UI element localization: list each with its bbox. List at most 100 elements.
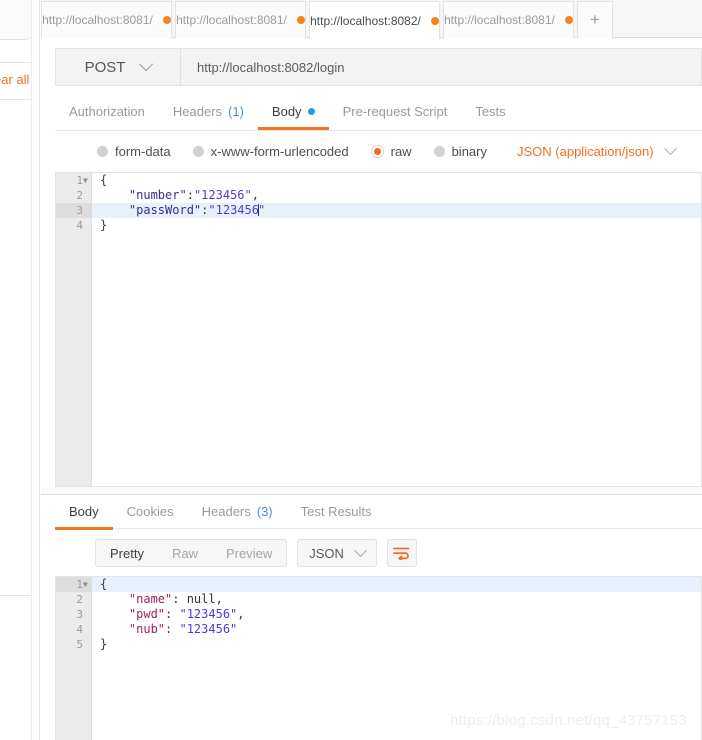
response-line-text: "name": null,: [100, 592, 223, 607]
tab-pre-request-script[interactable]: Pre-request Script: [329, 95, 462, 130]
response-toolbar: Pretty Raw Preview JSON: [95, 539, 417, 567]
token-key-req: "passWord": [100, 203, 202, 217]
body-format-selector[interactable]: JSON (application/json): [517, 141, 677, 159]
request-tab-label: http://localhost:8082/: [310, 13, 421, 28]
request-body-editor[interactable]: 1 ▼{2 "number":"123456", 3 "passWord":"123…: [55, 172, 702, 487]
response-tab-body[interactable]: Body: [55, 495, 113, 530]
tab-headers-count: (1): [228, 103, 244, 119]
token-key-res: "nub": [100, 622, 166, 636]
token-key-req: "number": [100, 188, 187, 202]
response-line-text: "nub": "123456": [100, 622, 237, 637]
response-tab-headers-count: (3): [256, 503, 273, 519]
body-type-form-data-label: form-data: [115, 143, 171, 159]
request-code-area[interactable]: 1 ▼{2 "number":"123456", 3 "passWord":"123…: [56, 173, 701, 486]
tab-authorization[interactable]: Authorization: [55, 95, 159, 130]
token-punc: }: [100, 218, 108, 232]
http-method-selector[interactable]: POST: [56, 49, 181, 85]
response-tab-test-results[interactable]: Test Results: [287, 495, 386, 530]
radio-x-www-form-urlencoded-icon[interactable]: [192, 145, 204, 157]
request-line-text: "number":"123456",: [100, 188, 259, 203]
fold-arrow-icon[interactable]: ▼: [83, 577, 91, 592]
request-tab-2[interactable]: http://localhost:8082/: [309, 1, 440, 39]
tab-tests-label: Tests: [475, 103, 506, 119]
body-type-raw[interactable]: raw: [370, 144, 412, 159]
response-view-pretty[interactable]: Pretty: [96, 540, 158, 566]
response-section-tabs: Body Cookies Headers (3) Test Results: [55, 495, 702, 530]
fold-arrow-icon[interactable]: ▼: [83, 173, 91, 188]
request-line: 2 "number":"123456",: [56, 188, 701, 203]
tab-headers[interactable]: Headers (1): [159, 95, 258, 130]
response-line: 3 "pwd": "123456",: [56, 607, 701, 622]
body-type-form-data[interactable]: form-data: [97, 144, 171, 159]
wrap-lines-button[interactable]: [386, 539, 417, 567]
token-str: "123456: [208, 203, 259, 217]
response-line-text: {: [100, 577, 107, 592]
url-input[interactable]: http://localhost:8082/login: [181, 49, 701, 85]
tab-authorization-label: Authorization: [69, 103, 145, 119]
response-line: 2 "name": null,: [56, 592, 701, 607]
unsaved-dot-icon: [564, 16, 573, 24]
token-punc: :: [165, 607, 180, 621]
response-line: 5}: [56, 637, 701, 652]
request-tab-0[interactable]: http://localhost:8081/: [41, 1, 172, 38]
response-view-segmented-control: Pretty Raw Preview: [95, 539, 288, 567]
token-punc: {: [100, 577, 108, 591]
token-key-res: "name": [100, 592, 173, 606]
request-line: 3 "passWord":"123456": [56, 203, 701, 218]
main-pane: http://localhost:8081/http://localhost:8…: [41, 0, 702, 740]
request-tab-strip: http://localhost:8081/http://localhost:8…: [41, 0, 702, 39]
pane-separator[interactable]: [41, 487, 702, 495]
tab-pre-request-script-label: Pre-request Script: [342, 103, 448, 119]
response-line: 4 "nub": "123456": [56, 622, 701, 637]
request-line-number: 2: [76, 189, 83, 202]
request-line-number: 4: [76, 219, 83, 232]
body-type-x-www-form-urlencoded[interactable]: x-www-form-urlencoded: [192, 143, 349, 159]
response-tab-headers[interactable]: Headers (3): [188, 495, 287, 530]
tab-headers-label: Headers: [172, 103, 223, 119]
sidebar-gap: [31, 0, 39, 740]
response-line-number: 2: [76, 593, 83, 606]
radio-binary-icon[interactable]: [433, 145, 445, 157]
chevron-down-icon: [139, 57, 154, 72]
tab-body-label: Body: [271, 103, 302, 119]
add-tab-button[interactable]: +: [577, 1, 613, 38]
response-tab-cookies[interactable]: Cookies: [113, 495, 188, 530]
token-punc: :: [186, 188, 194, 202]
url-bar: POST http://localhost:8082/login: [55, 48, 702, 86]
body-type-row: form-data x-www-form-urlencoded raw binary J…: [55, 134, 702, 168]
response-line-number: 3: [76, 608, 83, 621]
response-tab-cookies-label: Cookies: [126, 503, 174, 519]
unsaved-dot-icon: [430, 16, 439, 25]
response-view-raw[interactable]: Raw: [158, 540, 212, 566]
token-punc: ,: [251, 188, 259, 202]
request-line: 4}: [56, 218, 701, 233]
body-type-x-www-form-urlencoded-label: x-www-form-urlencoded: [210, 143, 349, 159]
token-punc: ,: [215, 592, 223, 606]
radio-form-data-icon[interactable]: [97, 145, 108, 157]
request-line-text: {: [100, 173, 107, 188]
token-punc: {: [100, 173, 108, 187]
body-type-binary[interactable]: binary: [433, 143, 487, 159]
response-line-number: 4: [76, 623, 83, 636]
tab-body[interactable]: Body: [257, 95, 329, 130]
token-punc: ,: [237, 607, 245, 621]
chevron-down-icon: [354, 543, 367, 557]
body-modified-dot-icon: [307, 107, 315, 115]
tab-tests[interactable]: Tests: [461, 95, 519, 130]
http-method-label: POST: [84, 58, 126, 76]
sidebar-divider: [0, 595, 31, 596]
response-tab-test-results-label: Test Results: [300, 503, 372, 519]
response-format-selector[interactable]: JSON: [297, 539, 377, 567]
token-punc: :: [172, 592, 187, 606]
response-line-text: "pwd": "123456",: [100, 607, 245, 622]
radio-raw-icon[interactable]: [370, 144, 384, 158]
request-line: 1 ▼{: [56, 173, 701, 188]
response-view-preview[interactable]: Preview: [212, 540, 286, 566]
body-type-binary-label: binary: [451, 143, 487, 159]
watermark: https://blog.csdn.net/qq_43757153: [450, 712, 687, 729]
request-tab-1[interactable]: http://localhost:8081/: [175, 1, 306, 38]
request-tab-label: http://localhost:8081/: [176, 13, 287, 27]
request-tab-3[interactable]: http://localhost:8081/: [443, 1, 574, 38]
token-str: "123456": [179, 607, 238, 621]
request-line-text: }: [100, 218, 107, 233]
